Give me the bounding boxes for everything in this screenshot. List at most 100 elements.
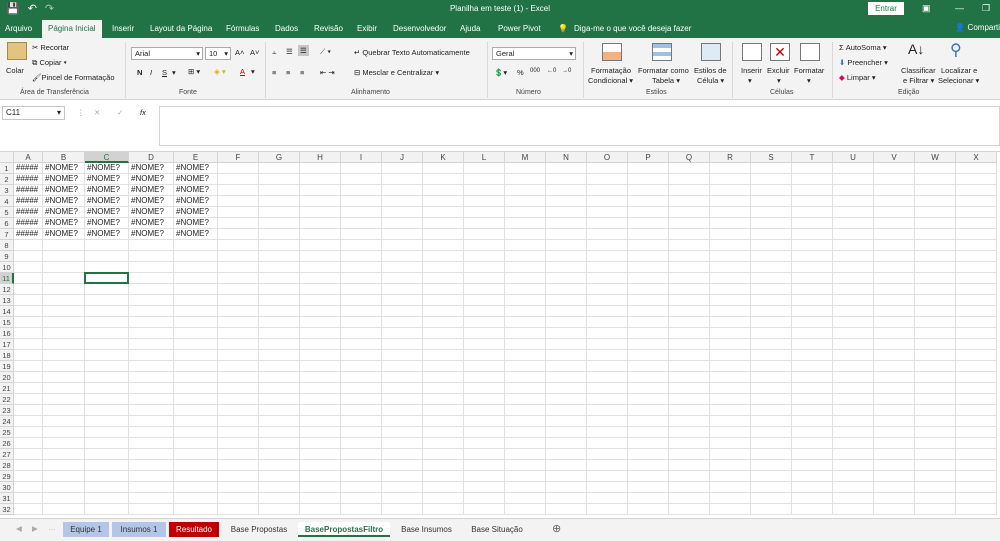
cell-r23[interactable]: [710, 405, 751, 416]
row-header-30[interactable]: 30: [0, 482, 14, 493]
cell-x32[interactable]: [956, 504, 997, 515]
cell-s1[interactable]: [751, 163, 792, 174]
cell-o17[interactable]: [587, 339, 628, 350]
cell-q30[interactable]: [669, 482, 710, 493]
cell-w5[interactable]: [915, 207, 956, 218]
cell-t17[interactable]: [792, 339, 833, 350]
align-center-icon[interactable]: ≡: [286, 68, 290, 77]
cell-q16[interactable]: [669, 328, 710, 339]
cell-n14[interactable]: [546, 306, 587, 317]
cell-t25[interactable]: [792, 427, 833, 438]
cell-m6[interactable]: [505, 218, 546, 229]
cell-n19[interactable]: [546, 361, 587, 372]
cell-a10[interactable]: [14, 262, 43, 273]
cell-a32[interactable]: [14, 504, 43, 515]
cell-o13[interactable]: [587, 295, 628, 306]
ribbon-display-icon[interactable]: ▣: [922, 3, 931, 14]
cell-j13[interactable]: [382, 295, 423, 306]
cell-q29[interactable]: [669, 471, 710, 482]
cell-p19[interactable]: [628, 361, 669, 372]
cell-t2[interactable]: [792, 174, 833, 185]
cell-p11[interactable]: [628, 273, 669, 284]
cell-n24[interactable]: [546, 416, 587, 427]
cell-n15[interactable]: [546, 317, 587, 328]
cell-e5[interactable]: #NOME?: [174, 207, 218, 218]
cell-t28[interactable]: [792, 460, 833, 471]
cell-b27[interactable]: [43, 449, 85, 460]
cell-u28[interactable]: [833, 460, 874, 471]
cell-f14[interactable]: [218, 306, 259, 317]
cell-o30[interactable]: [587, 482, 628, 493]
cell-t30[interactable]: [792, 482, 833, 493]
cell-p2[interactable]: [628, 174, 669, 185]
cell-w20[interactable]: [915, 372, 956, 383]
cell-g5[interactable]: [259, 207, 300, 218]
cell-c16[interactable]: [85, 328, 129, 339]
cell-q13[interactable]: [669, 295, 710, 306]
cell-i2[interactable]: [341, 174, 382, 185]
cell-a19[interactable]: [14, 361, 43, 372]
cell-s15[interactable]: [751, 317, 792, 328]
cell-t26[interactable]: [792, 438, 833, 449]
cell-g9[interactable]: [259, 251, 300, 262]
cell-j26[interactable]: [382, 438, 423, 449]
cell-p6[interactable]: [628, 218, 669, 229]
cell-m9[interactable]: [505, 251, 546, 262]
cell-f2[interactable]: [218, 174, 259, 185]
tab-power-pivot[interactable]: Power Pivot: [498, 24, 541, 33]
cell-q24[interactable]: [669, 416, 710, 427]
cell-q5[interactable]: [669, 207, 710, 218]
cell-h22[interactable]: [300, 394, 341, 405]
cell-n5[interactable]: [546, 207, 587, 218]
cell-g8[interactable]: [259, 240, 300, 251]
row-header-19[interactable]: 19: [0, 361, 14, 372]
cell-e26[interactable]: [174, 438, 218, 449]
cell-l8[interactable]: [464, 240, 505, 251]
align-middle-icon[interactable]: ☰: [286, 47, 293, 56]
cell-d31[interactable]: [129, 493, 174, 504]
cell-j24[interactable]: [382, 416, 423, 427]
cell-e14[interactable]: [174, 306, 218, 317]
cell-s25[interactable]: [751, 427, 792, 438]
cell-o26[interactable]: [587, 438, 628, 449]
format-cells-button[interactable]: Formatar: [794, 66, 824, 75]
cell-g31[interactable]: [259, 493, 300, 504]
cell-b10[interactable]: [43, 262, 85, 273]
cell-u1[interactable]: [833, 163, 874, 174]
decrease-decimal-icon[interactable]: →0: [562, 68, 571, 74]
cell-i31[interactable]: [341, 493, 382, 504]
cell-m30[interactable]: [505, 482, 546, 493]
cell-v12[interactable]: [874, 284, 915, 295]
cell-h26[interactable]: [300, 438, 341, 449]
cell-m14[interactable]: [505, 306, 546, 317]
cell-x25[interactable]: [956, 427, 997, 438]
cell-w6[interactable]: [915, 218, 956, 229]
cell-m28[interactable]: [505, 460, 546, 471]
cell-r7[interactable]: [710, 229, 751, 240]
cell-p12[interactable]: [628, 284, 669, 295]
cell-m32[interactable]: [505, 504, 546, 515]
cell-v8[interactable]: [874, 240, 915, 251]
cell-a2[interactable]: #####: [14, 174, 43, 185]
cell-s22[interactable]: [751, 394, 792, 405]
sort-filter-button[interactable]: Classificar: [901, 66, 936, 75]
cell-t12[interactable]: [792, 284, 833, 295]
cell-m5[interactable]: [505, 207, 546, 218]
cell-i19[interactable]: [341, 361, 382, 372]
cell-s24[interactable]: [751, 416, 792, 427]
cell-f20[interactable]: [218, 372, 259, 383]
minimize-icon[interactable]: —: [955, 3, 964, 13]
cell-m22[interactable]: [505, 394, 546, 405]
cell-x29[interactable]: [956, 471, 997, 482]
cell-m4[interactable]: [505, 196, 546, 207]
cell-n26[interactable]: [546, 438, 587, 449]
cell-l2[interactable]: [464, 174, 505, 185]
column-header-b[interactable]: B: [43, 152, 85, 163]
cell-c25[interactable]: [85, 427, 129, 438]
cell-p27[interactable]: [628, 449, 669, 460]
cell-a28[interactable]: [14, 460, 43, 471]
cell-b2[interactable]: #NOME?: [43, 174, 85, 185]
cell-g3[interactable]: [259, 185, 300, 196]
tab-exibir[interactable]: Exibir: [357, 24, 377, 33]
cell-r18[interactable]: [710, 350, 751, 361]
